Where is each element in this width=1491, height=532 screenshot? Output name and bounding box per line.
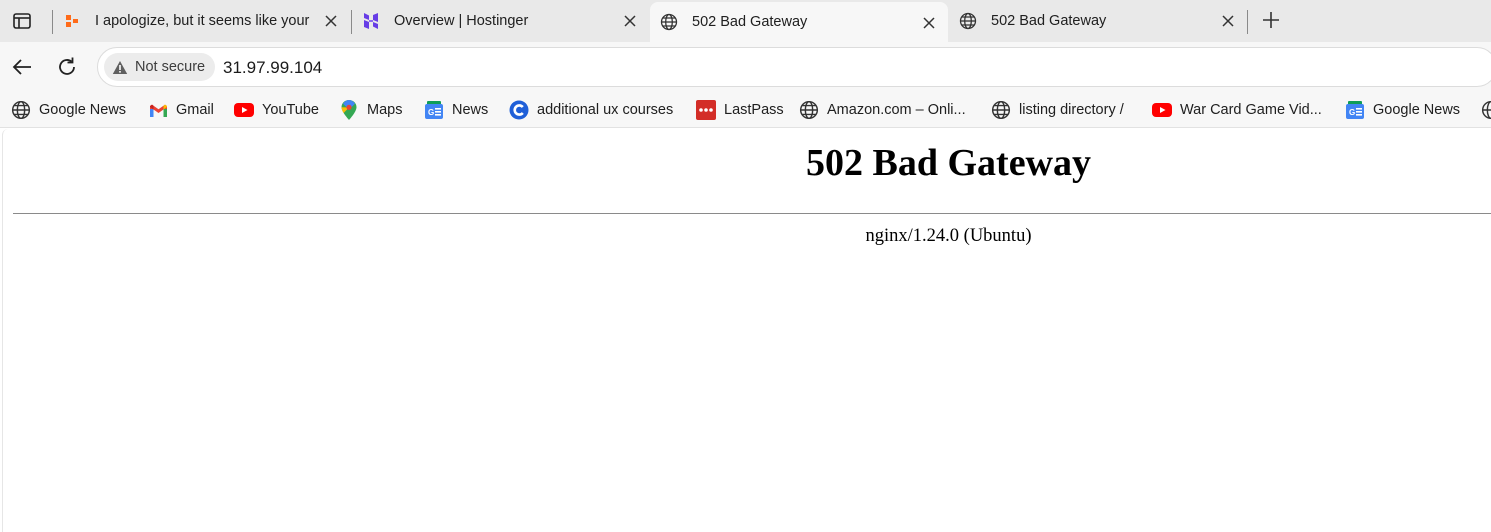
tab-title: 502 Bad Gateway xyxy=(991,13,1107,29)
bookmark-additional-ux-courses[interactable]: additional ux courses xyxy=(509,99,673,121)
globe-icon xyxy=(959,12,977,30)
globe-icon xyxy=(11,100,31,120)
svg-text:G: G xyxy=(1349,108,1355,117)
tab-title: I apologize, but it seems like your xyxy=(95,13,310,29)
tab-1[interactable]: I apologize, but it seems like your xyxy=(53,0,350,42)
plus-icon xyxy=(1263,12,1279,28)
arrow-left-icon xyxy=(12,59,31,75)
youtube-icon xyxy=(234,100,254,120)
orange-squares-icon xyxy=(63,12,81,30)
lastpass-icon xyxy=(696,100,716,120)
bookmark-label: News xyxy=(452,102,489,118)
close-icon[interactable] xyxy=(1219,12,1237,30)
maps-pin-icon xyxy=(339,100,359,120)
back-button[interactable] xyxy=(9,54,35,80)
google-news-icon: G xyxy=(1345,100,1365,120)
bookmark-amazon[interactable]: Amazon.com – Onli... xyxy=(799,99,966,121)
bookmark-label: YouTube xyxy=(262,102,319,118)
reload-icon xyxy=(59,57,75,75)
close-icon[interactable] xyxy=(322,12,340,30)
tab-title: 502 Bad Gateway xyxy=(692,14,808,30)
close-icon[interactable] xyxy=(920,14,938,32)
bookmark-maps[interactable]: Maps xyxy=(339,99,402,121)
tab-3-active[interactable]: 502 Bad Gateway xyxy=(650,2,948,42)
bookmark-label: LastPass xyxy=(724,102,784,118)
bookmark-label: additional ux courses xyxy=(537,102,674,118)
security-label: Not secure xyxy=(135,59,206,75)
tab-strip: I apologize, but it seems like your Over… xyxy=(0,0,1491,42)
url-text[interactable]: 31.97.99.104 xyxy=(223,58,322,78)
c-logo-icon xyxy=(509,100,529,120)
tab-4[interactable]: 502 Bad Gateway xyxy=(949,0,1247,42)
gmail-icon xyxy=(148,100,168,120)
youtube-icon xyxy=(1152,100,1172,120)
bookmark-google-news[interactable]: Google News xyxy=(11,99,126,121)
tab-actions-icon xyxy=(13,13,31,29)
bookmark-gmail[interactable]: Gmail xyxy=(148,99,214,121)
bookmark-war-card-game[interactable]: War Card Game Vid... xyxy=(1152,99,1322,121)
warning-icon xyxy=(112,60,128,74)
bookmark-label: Maps xyxy=(367,102,403,118)
close-icon[interactable] xyxy=(621,12,639,30)
page-title: 502 Bad Gateway xyxy=(806,142,1091,184)
bookmarks-bar: Google News Gmail YouTube Maps G News ad… xyxy=(0,92,1491,128)
page-viewport: 502 Bad Gateway nginx/1.24.0 (Ubuntu) xyxy=(2,129,1491,532)
google-news-icon: G xyxy=(424,100,444,120)
bookmark-label: Amazon.com – Onli... xyxy=(827,102,966,118)
security-chip[interactable]: Not secure xyxy=(104,53,216,81)
bookmark-label: War Card Game Vid... xyxy=(1180,102,1322,118)
bookmark-google-news-2[interactable]: G Google News xyxy=(1345,99,1460,121)
globe-icon xyxy=(799,100,819,120)
bookmark-news[interactable]: G News xyxy=(424,99,488,121)
address-bar[interactable]: Not secure 31.97.99.104 xyxy=(97,47,1491,87)
bookmark-lastpass[interactable]: LastPass xyxy=(696,99,784,121)
bookmark-label: Google News xyxy=(39,102,127,118)
bookmark-overflow[interactable] xyxy=(1481,99,1491,121)
tab-2[interactable]: Overview | Hostinger xyxy=(352,0,649,42)
svg-text:G: G xyxy=(428,108,434,117)
toolbar: Not secure 31.97.99.104 xyxy=(0,42,1491,92)
reload-button[interactable] xyxy=(54,54,80,80)
bookmark-listing-directory[interactable]: listing directory / xyxy=(991,99,1124,121)
new-tab-button[interactable] xyxy=(1258,7,1284,33)
bookmark-youtube[interactable]: YouTube xyxy=(234,99,319,121)
globe-icon xyxy=(1481,100,1491,120)
tab-separator xyxy=(1247,10,1248,34)
server-info: nginx/1.24.0 (Ubuntu) xyxy=(865,226,1032,246)
tab-actions-button[interactable] xyxy=(8,7,36,35)
bookmark-label: Gmail xyxy=(176,102,214,118)
hostinger-logo-icon xyxy=(362,12,380,30)
globe-icon xyxy=(660,13,678,31)
bookmark-label: listing directory / xyxy=(1019,102,1124,118)
tab-title: Overview | Hostinger xyxy=(394,13,529,29)
divider xyxy=(13,213,1491,214)
bookmark-label: Google News xyxy=(1373,102,1461,118)
globe-icon xyxy=(991,100,1011,120)
